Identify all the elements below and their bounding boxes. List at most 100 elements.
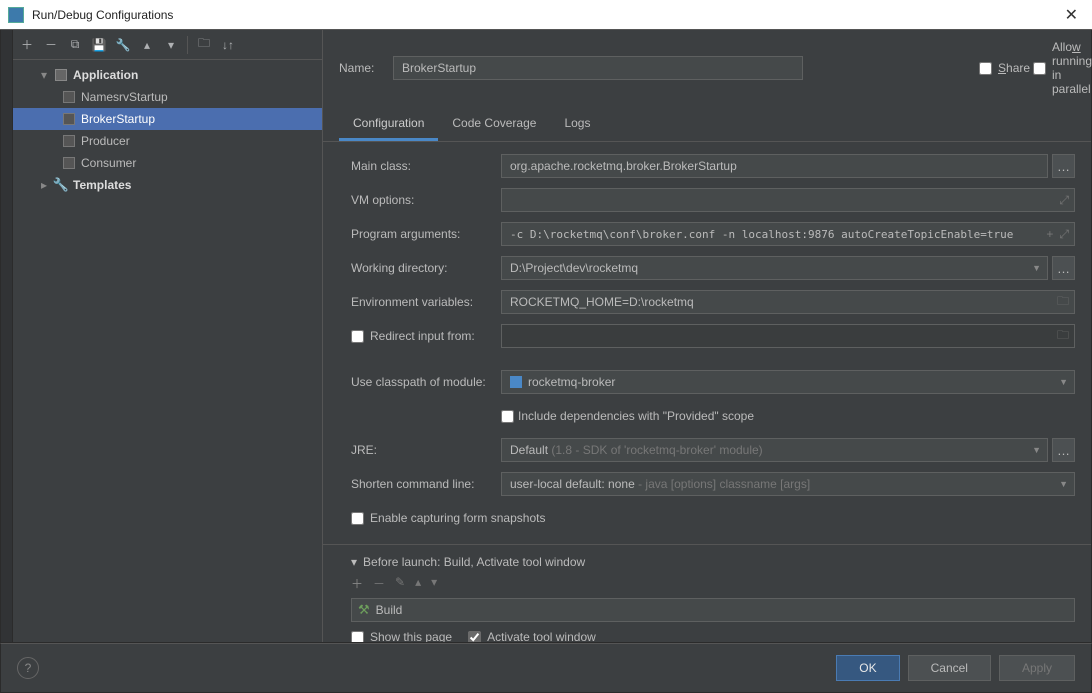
shorten-select[interactable]: user-local default: none - java [options… xyxy=(501,472,1075,496)
down-icon[interactable]: ▾ xyxy=(163,37,179,53)
chevron-down-icon: ▼ xyxy=(1059,377,1068,387)
config-tree: ▾ Application NamesrvStartup BrokerStart… xyxy=(13,60,322,642)
before-launch-title: Before launch: Build, Activate tool wind… xyxy=(363,555,585,569)
config-icon xyxy=(63,135,75,147)
include-provided-checkbox[interactable] xyxy=(501,410,514,423)
ok-button[interactable]: OK xyxy=(836,655,899,681)
snapshots-checkbox[interactable] xyxy=(351,512,364,525)
app-icon xyxy=(8,7,24,23)
apply-button[interactable]: Apply xyxy=(999,655,1075,681)
browse-env-icon[interactable]: 🗀 xyxy=(1057,292,1069,313)
application-icon xyxy=(55,69,67,81)
browse-working-dir-button[interactable]: … xyxy=(1052,256,1075,280)
browse-redirect-icon: 🗀 xyxy=(1057,326,1069,347)
bottom-bar: ? OK Cancel Apply xyxy=(0,643,1092,693)
activate-checkbox[interactable]: Activate tool window xyxy=(468,630,596,642)
sort-icon[interactable]: ↓↑ xyxy=(220,37,236,53)
share-checkbox-input[interactable] xyxy=(979,62,992,75)
tree-label: Consumer xyxy=(81,156,136,170)
classpath-select[interactable]: rocketmq-broker ▼ xyxy=(501,370,1075,394)
content-pane: Name: Share Allow running in parallel Co… xyxy=(323,30,1091,642)
remove-icon[interactable]: － xyxy=(43,37,59,53)
env-input[interactable] xyxy=(501,290,1075,314)
close-icon[interactable]: ✕ xyxy=(1059,5,1084,25)
up-task-icon[interactable]: ▴ xyxy=(415,575,421,592)
classpath-label: Use classpath of module: xyxy=(351,375,501,389)
env-label: Environment variables: xyxy=(351,295,501,309)
tree-node-application[interactable]: ▾ Application xyxy=(13,64,322,86)
name-input[interactable] xyxy=(393,56,803,80)
main-class-label: Main class: xyxy=(351,159,501,173)
config-icon xyxy=(63,157,75,169)
tree-node-namesrv[interactable]: NamesrvStartup xyxy=(13,86,322,108)
include-provided-label: Include dependencies with "Provided" sco… xyxy=(518,409,754,423)
left-gutter xyxy=(1,30,13,642)
tab-bar: Configuration Code Coverage Logs xyxy=(323,108,1091,142)
chevron-down-icon: ▼ xyxy=(1059,479,1068,489)
before-launch-header[interactable]: ▾ Before launch: Build, Activate tool wi… xyxy=(351,555,1075,569)
tree-node-templates[interactable]: ▸ 🔧 Templates xyxy=(13,174,322,196)
tab-logs[interactable]: Logs xyxy=(550,108,604,141)
activate-checkbox-input[interactable] xyxy=(468,631,481,643)
expand-icon: ▸ xyxy=(41,178,53,192)
folder-icon[interactable]: 🗀 xyxy=(196,37,212,53)
insert-icon[interactable]: + xyxy=(1046,227,1053,242)
help-button[interactable]: ? xyxy=(17,657,39,679)
config-icon xyxy=(63,91,75,103)
snapshots-label: Enable capturing form snapshots xyxy=(370,511,545,525)
cancel-button[interactable]: Cancel xyxy=(908,655,991,681)
vm-options-input[interactable] xyxy=(501,188,1075,212)
sidebar: ＋ － ⧉ 💾 🔧 ▴ ▾ 🗀 ↓↑ ▾ Application Namesrv… xyxy=(13,30,323,642)
expand-icon[interactable]: ⤢ xyxy=(1059,193,1069,208)
before-launch-toolbar: ＋ － ✎ ▴ ▾ xyxy=(351,569,1075,598)
add-icon[interactable]: ＋ xyxy=(19,37,35,53)
browse-main-class-button[interactable]: … xyxy=(1052,154,1075,178)
tab-coverage[interactable]: Code Coverage xyxy=(438,108,550,141)
program-args-input[interactable] xyxy=(501,222,1075,246)
module-icon xyxy=(510,376,522,388)
chevron-down-icon: ▼ xyxy=(1032,263,1041,273)
shorten-label: Shorten command line: xyxy=(351,477,501,491)
remove-task-icon[interactable]: － xyxy=(373,575,385,592)
up-icon[interactable]: ▴ xyxy=(139,37,155,53)
main-class-input[interactable] xyxy=(501,154,1048,178)
tree-label: Producer xyxy=(81,134,130,148)
working-dir-label: Working directory: xyxy=(351,261,501,275)
tree-node-producer[interactable]: Producer xyxy=(13,130,322,152)
down-task-icon[interactable]: ▾ xyxy=(431,575,437,592)
wrench-icon: 🔧 xyxy=(53,177,69,193)
jre-select[interactable]: Default (1.8 - SDK of 'rocketmq-broker' … xyxy=(501,438,1048,462)
parallel-checkbox-input[interactable] xyxy=(1033,62,1046,75)
program-args-label: Program arguments: xyxy=(351,227,501,241)
share-checkbox[interactable]: Share xyxy=(979,61,1021,75)
expand-icon[interactable]: ⤢ xyxy=(1059,227,1069,242)
save-icon[interactable]: 💾 xyxy=(91,37,107,53)
show-page-checkbox-input[interactable] xyxy=(351,631,364,643)
redirect-input xyxy=(501,324,1075,348)
collapse-icon: ▾ xyxy=(351,555,357,569)
before-launch-list-item[interactable]: ⚒ Build xyxy=(351,598,1075,622)
window-title: Run/Debug Configurations xyxy=(32,8,1059,22)
add-task-icon[interactable]: ＋ xyxy=(351,575,363,592)
tree-node-consumer[interactable]: Consumer xyxy=(13,152,322,174)
hammer-icon: ⚒ xyxy=(358,602,370,618)
edit-task-icon[interactable]: ✎ xyxy=(395,575,405,592)
browse-jre-button[interactable]: … xyxy=(1052,438,1075,462)
tree-label: NamesrvStartup xyxy=(81,90,168,104)
redirect-label: Redirect input from: xyxy=(370,329,475,343)
chevron-down-icon: ▼ xyxy=(1032,445,1041,455)
working-dir-input[interactable]: D:\Project\dev\rocketmq▼ xyxy=(501,256,1048,280)
wrench-icon[interactable]: 🔧 xyxy=(115,37,131,53)
show-page-checkbox[interactable]: Show this page xyxy=(351,630,452,642)
tree-label: Templates xyxy=(73,178,131,192)
tree-label: Application xyxy=(73,68,138,82)
tab-configuration[interactable]: Configuration xyxy=(339,108,438,141)
copy-icon[interactable]: ⧉ xyxy=(67,37,83,53)
tree-label: BrokerStartup xyxy=(81,112,155,126)
name-label: Name: xyxy=(339,61,381,75)
name-row: Name: Share Allow running in parallel xyxy=(323,30,1091,106)
redirect-checkbox[interactable] xyxy=(351,330,364,343)
config-icon xyxy=(63,113,75,125)
parallel-checkbox[interactable]: Allow running in parallel xyxy=(1033,40,1075,96)
tree-node-broker[interactable]: BrokerStartup xyxy=(13,108,322,130)
